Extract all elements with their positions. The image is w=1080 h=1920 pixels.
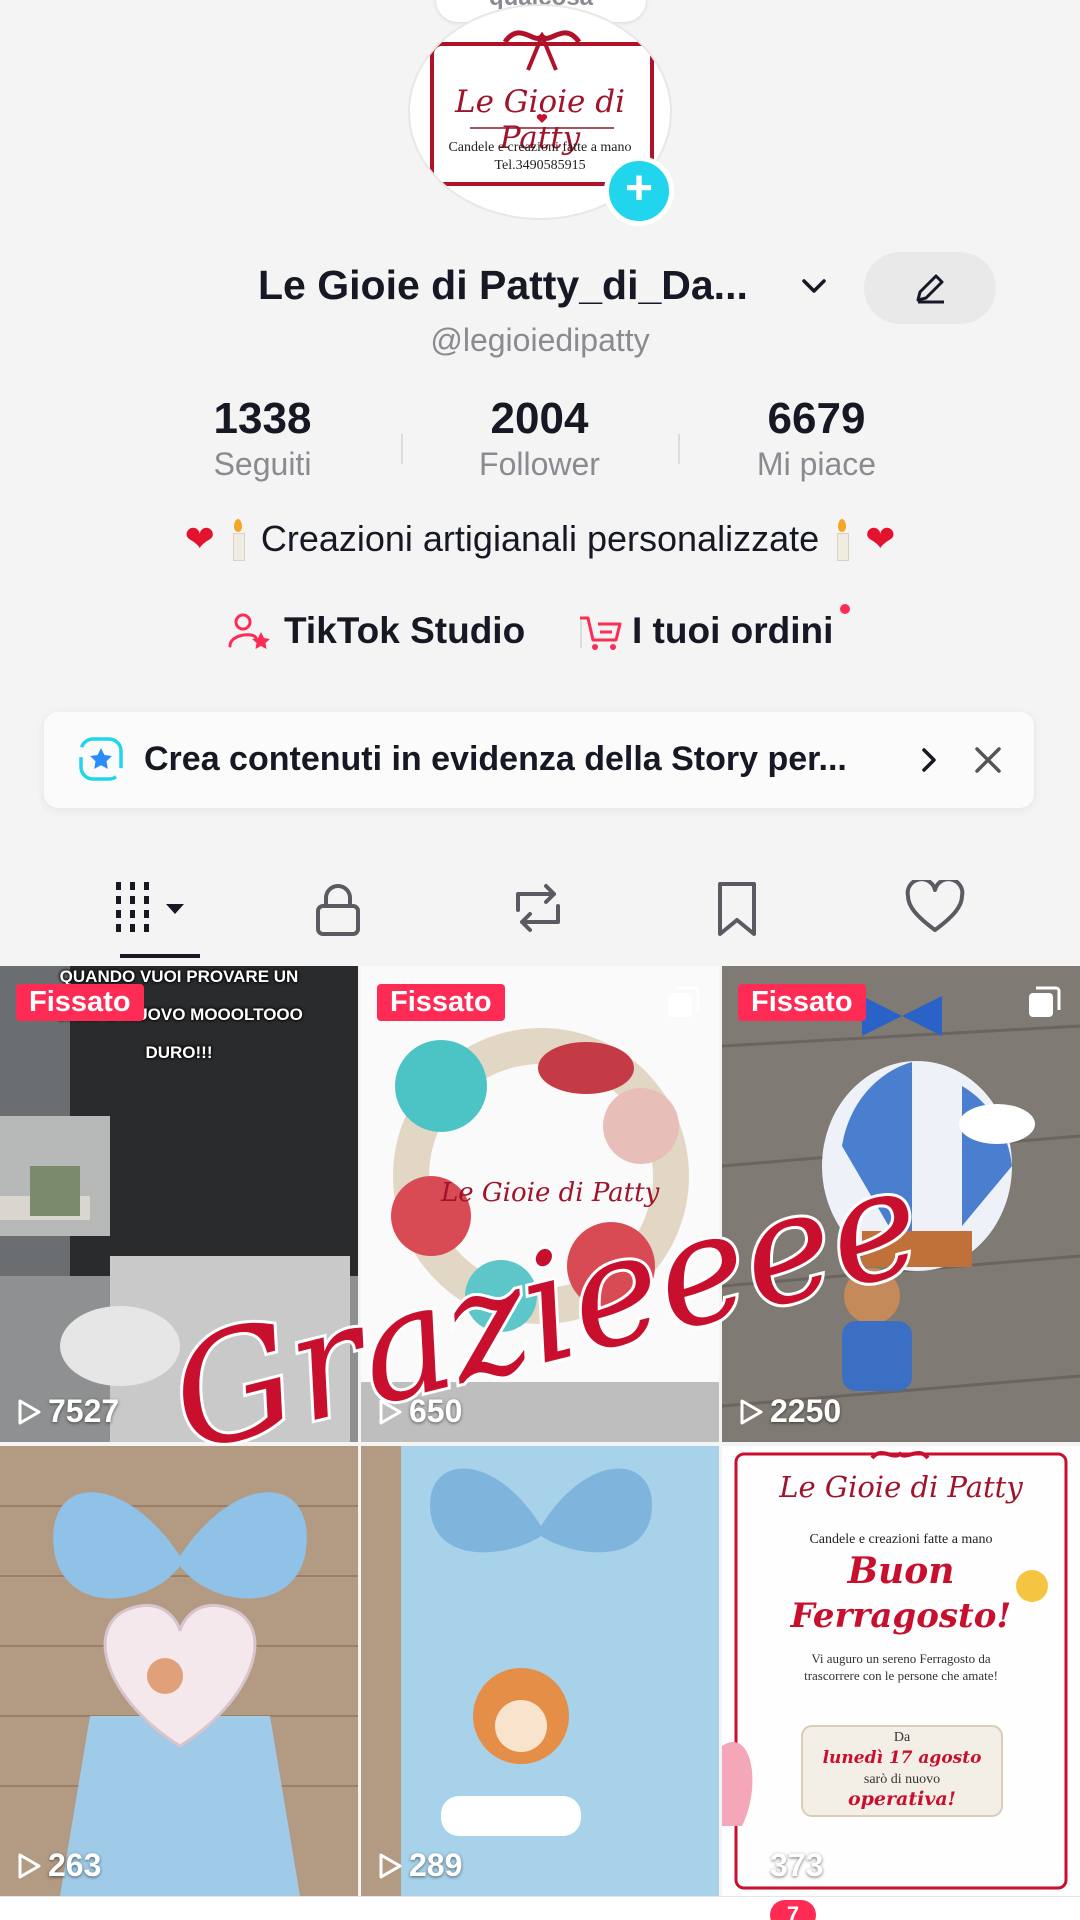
view-count: 263 (16, 1847, 101, 1884)
thumbnail-image (722, 966, 1080, 1442)
view-count-value: 2250 (770, 1393, 842, 1429)
stat-label: Mi piace (756, 446, 877, 482)
story-highlight-banner[interactable]: Crea contenuti in evidenza della Story p… (44, 712, 1034, 808)
tab-private-lock-icon[interactable] (310, 880, 366, 940)
highlight-star-icon (79, 737, 123, 781)
profile-handle: @legioiedipatty (430, 322, 650, 358)
stat-label: Seguiti (213, 446, 312, 482)
orders-label: I tuoi ordini (632, 610, 834, 651)
video-grid: QUANDO VUOI PROVARE UN CAMPO NUOVO MOOOL… (0, 966, 1080, 1896)
chevron-down-icon[interactable] (796, 268, 832, 304)
heart-emoji-icon: ❤ (184, 518, 215, 559)
thumbnail-image (0, 1446, 358, 1896)
creator-star-icon (228, 613, 270, 649)
video-thumbnail[interactable]: Le Gioie di Patty Fissato 650 (361, 966, 719, 1442)
view-count: 2250 (738, 1393, 841, 1430)
view-count: 373 (738, 1847, 823, 1884)
pinned-badge: Fissato (377, 984, 505, 1021)
poster-date-after: sarò di nuovo (863, 1772, 941, 1787)
play-icon (379, 1399, 402, 1425)
stat-value: 1338 (213, 394, 312, 443)
profile-content-tabs (0, 862, 1080, 958)
tiktok-studio-link[interactable]: TikTok Studio (228, 604, 538, 660)
poster-headline-1: Buon (847, 1550, 955, 1592)
play-icon (18, 1853, 41, 1879)
view-count-value: 650 (409, 1393, 463, 1429)
pinned-badge: Fissato (16, 984, 144, 1021)
video-thumbnail[interactable]: 289 (361, 1446, 719, 1896)
bio-text: Creazioni artigianali personalizzate (260, 518, 820, 559)
pencil-icon (916, 274, 944, 304)
poster-body: Vi auguro un sereno Ferragosto da trasco… (804, 1651, 998, 1683)
video-thumbnail[interactable]: Le Gioie di Patty Candele e creazioni fa… (722, 1446, 1080, 1896)
stat-following[interactable]: 1338 Seguiti (124, 394, 401, 483)
stat-followers[interactable]: 2004 Follower (401, 394, 678, 483)
play-icon (379, 1853, 402, 1879)
photo-carousel-icon (1029, 986, 1061, 1017)
tab-liked-heart-icon[interactable] (904, 880, 966, 936)
play-icon (18, 1399, 41, 1425)
thumbnail-image (361, 1446, 719, 1896)
poster-subtitle: Candele e creazioni fatte a mano (809, 1532, 993, 1547)
video-thumbnail[interactable]: Fissato 2250 (722, 966, 1080, 1442)
view-count-value: 289 (409, 1847, 463, 1883)
profile-name-row: Le Gioie di Patty_di_Da... (0, 252, 1080, 324)
tab-saved-bookmark-icon[interactable] (712, 880, 762, 938)
stat-value: 6679 (767, 394, 866, 443)
photo-carousel-icon (668, 986, 700, 1017)
bottom-navigation-bar[interactable] (0, 1896, 1080, 1920)
stat-label: Follower (479, 446, 600, 482)
poster-brand: Le Gioie di Patty (779, 1470, 1023, 1504)
play-icon (740, 1399, 763, 1425)
pinned-badge: Fissato (738, 984, 866, 1021)
stat-value: 2004 (490, 394, 589, 443)
stat-likes[interactable]: 6679 Mi piace (678, 394, 955, 483)
poster-date-intro: Da (893, 1730, 911, 1745)
view-count-value: 263 (48, 1847, 102, 1883)
tiktok-studio-label: TikTok Studio (284, 610, 526, 651)
video-thumbnail[interactable]: QUANDO VUOI PROVARE UN CAMPO NUOVO MOOOL… (0, 966, 358, 1442)
candle-emoji-icon (835, 519, 850, 561)
poster-headline-2: Ferragosto! (790, 1596, 1012, 1636)
candle-emoji-icon (231, 519, 245, 561)
video-thumbnail[interactable]: 263 (0, 1446, 358, 1896)
chevron-right-icon[interactable] (912, 740, 948, 780)
poster-date-end: operativa! (847, 1788, 957, 1810)
add-story-button[interactable]: + (604, 156, 674, 226)
heart-emoji-icon: ❤ (865, 518, 896, 559)
orders-link[interactable]: I tuoi ordini (578, 604, 868, 660)
cart-icon (580, 616, 622, 650)
view-count: 650 (377, 1393, 462, 1430)
profile-stats: 1338 Seguiti 2004 Follower 6679 Mi piace (124, 394, 956, 494)
profile-bio: ❤ Creazioni artigianali personalizzate ❤ (0, 518, 1080, 561)
banner-text: Crea contenuti in evidenza della Story p… (144, 740, 847, 778)
thumbnail-logo-text: Le Gioie di Patty (441, 1178, 660, 1208)
play-icon (740, 1853, 763, 1879)
tab-reposts-icon[interactable] (508, 880, 568, 936)
view-count: 289 (377, 1847, 462, 1884)
view-count: 7527 (16, 1393, 119, 1430)
close-icon[interactable] (968, 740, 1008, 780)
profile-links: TikTok Studio I tuoi ordini (0, 604, 1080, 660)
logo-subtitle: Candele e creazioni fatte a mano (448, 140, 632, 155)
profile-name[interactable]: Le Gioie di Patty_di_Da... (258, 262, 748, 309)
orders-notification-dot (840, 604, 850, 614)
view-count-value: 7527 (48, 1393, 120, 1429)
inbox-badge: 7 (770, 1900, 816, 1920)
active-tab-indicator (120, 954, 200, 958)
view-count-value: 373 (770, 1847, 824, 1883)
poster-date: lunedì 17 agosto (822, 1748, 982, 1768)
edit-profile-button[interactable] (864, 252, 996, 324)
tab-videos-grid-icon[interactable] (112, 880, 192, 936)
